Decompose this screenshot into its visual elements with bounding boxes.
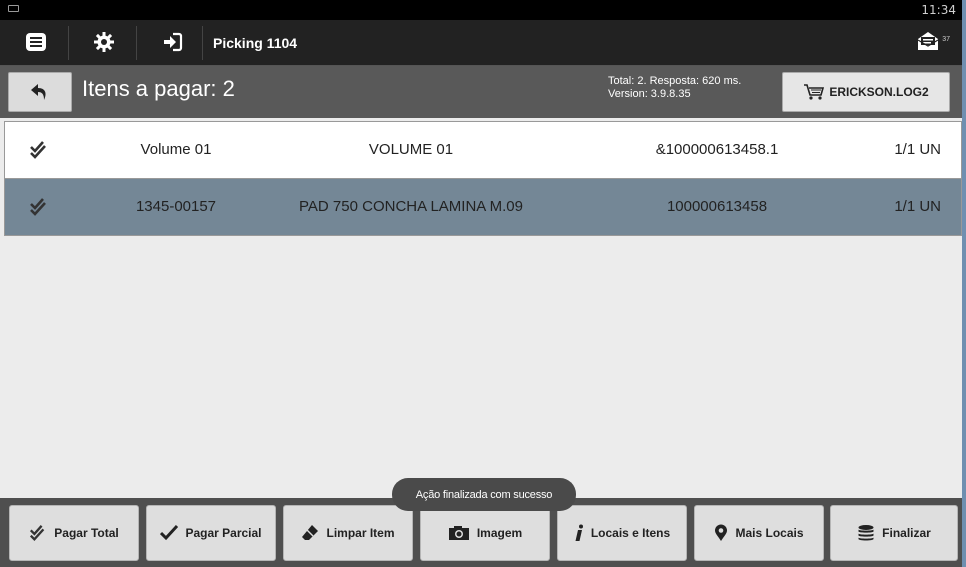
limpar-item-button[interactable]: Limpar Item <box>283 505 413 561</box>
double-check-icon <box>30 525 45 541</box>
button-label: Pagar Total <box>54 526 119 540</box>
button-label: Imagem <box>476 526 523 540</box>
status-bar: 11:34 <box>0 0 962 20</box>
pagar-total-button[interactable]: Pagar Total <box>9 505 139 561</box>
items-list: Volume 01 VOLUME 01 &100000613458.1 1/1 … <box>4 121 962 236</box>
page-title: Itens a pagar: 2 <box>82 76 235 101</box>
settings-gear-icon[interactable] <box>90 28 118 56</box>
toast-message: Ação finalizada com sucesso <box>392 478 576 511</box>
action-bar: Picking 1104 37 <box>0 20 962 66</box>
screen-title: Picking 1104 <box>213 35 298 51</box>
divider <box>68 26 69 60</box>
info-icon <box>575 524 583 541</box>
pagar-parcial-button[interactable]: Pagar Parcial <box>146 505 276 561</box>
messages-button[interactable]: 37 <box>916 30 950 56</box>
button-label: Mais Locais <box>735 526 804 540</box>
database-icon <box>858 525 874 541</box>
menu-icon[interactable] <box>22 28 50 56</box>
item-quantity: 1/1 UN <box>894 198 941 215</box>
app-screen: 11:34 Picking 1104 37 Itens a pagar: 2 T… <box>0 0 962 567</box>
list-item[interactable]: Volume 01 VOLUME 01 &100000613458.1 1/1 … <box>4 121 962 179</box>
divider <box>136 26 137 60</box>
button-label: Finalizar <box>882 526 931 540</box>
username: ERICKSON.LOG2 <box>829 85 929 99</box>
sign-in-icon[interactable] <box>158 28 186 56</box>
button-label: Limpar Item <box>326 526 395 540</box>
finalizar-button[interactable]: Finalizar <box>830 505 958 561</box>
eraser-icon <box>302 525 319 540</box>
map-pin-icon <box>715 524 728 541</box>
response-stats: Total: 2. Resposta: 620 ms. Version: 3.9… <box>608 75 741 101</box>
stats-total: Total: 2. Resposta: 620 ms. <box>608 75 742 87</box>
item-reference: 100000613458 <box>666 198 768 215</box>
user-cart-button[interactable]: ERICKSON.LOG2 <box>782 72 950 112</box>
item-description: PAD 750 CONCHA LAMINA M.09 <box>299 198 523 215</box>
item-description: VOLUME 01 <box>368 141 454 158</box>
clock: 11:34 <box>921 3 956 17</box>
check-icon <box>160 525 179 541</box>
list-item[interactable]: 1345-00157 PAD 750 CONCHA LAMINA M.09 10… <box>4 179 962 236</box>
item-reference: &100000613458.1 <box>655 141 779 158</box>
cart-icon <box>804 84 825 100</box>
stats-version: Version: 3.9.8.35 <box>608 88 691 100</box>
divider <box>202 26 203 60</box>
imagem-button[interactable]: Imagem <box>420 505 550 561</box>
mais-locais-button[interactable]: Mais Locais <box>694 505 824 561</box>
undo-arrow-icon <box>31 84 46 100</box>
button-label: Pagar Parcial <box>185 526 262 540</box>
item-quantity: 1/1 UN <box>894 141 941 158</box>
message-count: 37 <box>942 36 950 43</box>
button-label: Locais e Itens <box>590 526 671 540</box>
back-button[interactable] <box>8 72 72 112</box>
locais-e-itens-button[interactable]: Locais e Itens <box>557 505 687 561</box>
camera-icon <box>448 526 469 540</box>
header-bar: Itens a pagar: 2 Total: 2. Resposta: 620… <box>0 66 962 118</box>
mail-icon <box>917 32 939 50</box>
keyboard-icon <box>8 5 19 12</box>
